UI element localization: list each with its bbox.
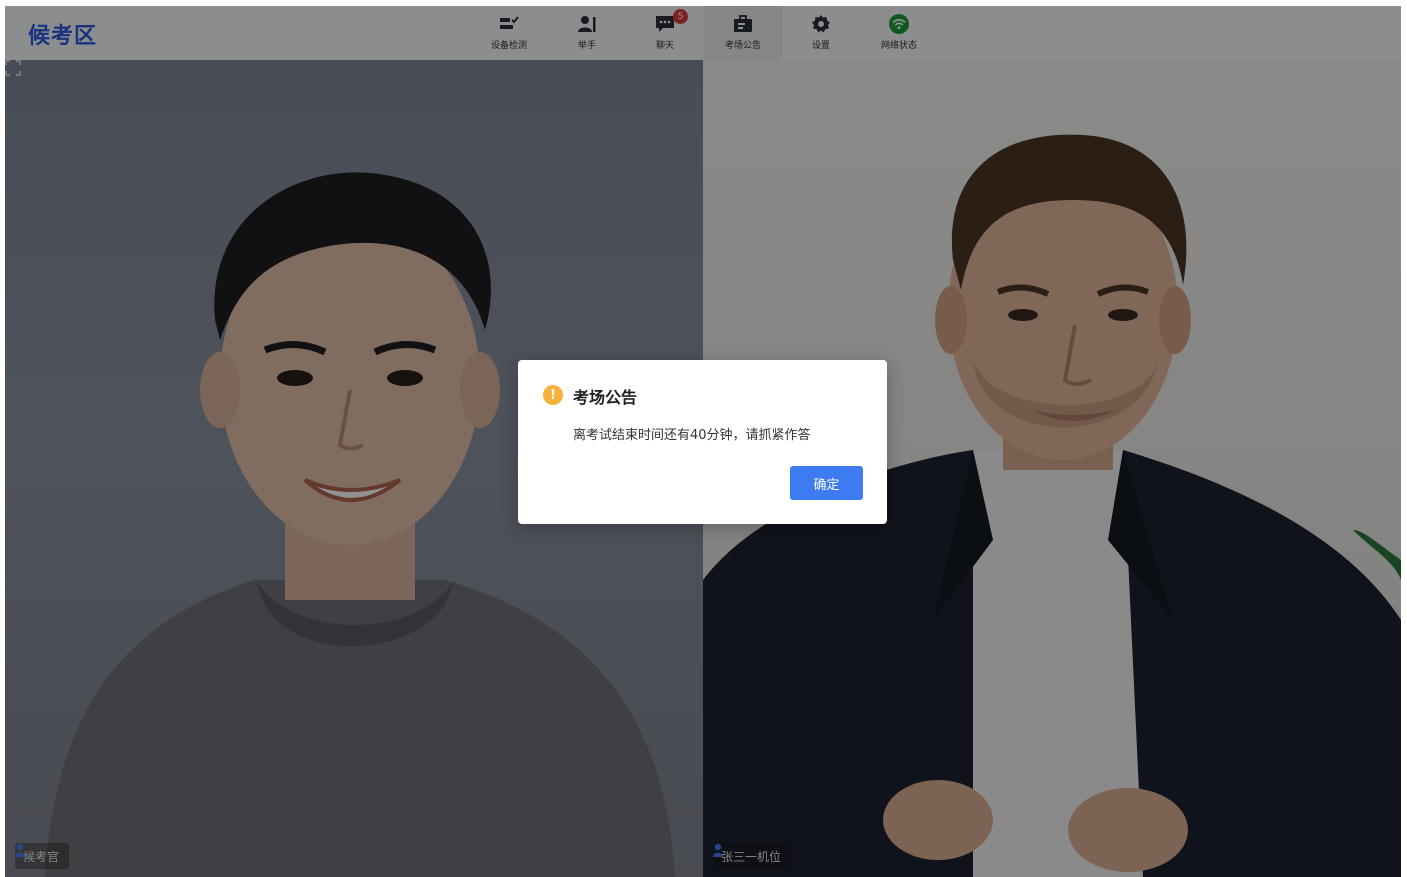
dialog-title: 考场公告 <box>573 388 638 407</box>
confirm-button[interactable]: 确定 <box>790 466 863 500</box>
announcement-dialog: ! 考场公告 离考试结束时间还有40分钟，请抓紧作答 确定 <box>518 360 887 524</box>
warning-icon: ! <box>543 385 563 405</box>
exam-waiting-room: 候考区 设备检测 举手 聊天 5 考场公告 设置 网络状态 候考官 张三一机位 … <box>5 6 1401 877</box>
dialog-message: 离考试结束时间还有40分钟，请抓紧作答 <box>573 428 811 443</box>
